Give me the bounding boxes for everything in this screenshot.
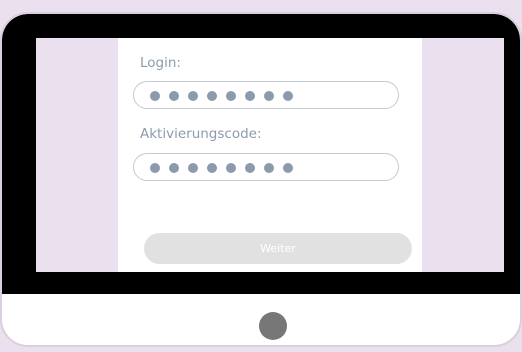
password-dot	[283, 90, 293, 101]
password-dot	[150, 162, 160, 173]
password-dot	[245, 162, 255, 173]
login-password-input[interactable]	[133, 81, 399, 109]
device-screen: Login: Aktivierungscode: Weiter	[36, 38, 504, 272]
activation-code-label: Aktivierungscode:	[140, 126, 262, 142]
password-dot	[283, 162, 293, 173]
login-label: Login:	[140, 55, 181, 71]
home-button-icon[interactable]	[259, 312, 287, 340]
password-dot	[169, 90, 179, 101]
password-dot	[226, 162, 236, 173]
password-dot	[150, 90, 160, 101]
password-dot	[245, 90, 255, 101]
password-dot	[264, 90, 274, 101]
password-dot	[226, 90, 236, 101]
activation-code-input[interactable]	[133, 153, 399, 181]
activation-masked-value	[150, 162, 293, 173]
tablet-device: Login: Aktivierungscode: Weiter	[0, 12, 522, 347]
password-dot	[188, 90, 198, 101]
password-dot	[264, 162, 274, 173]
login-form-panel: Login: Aktivierungscode: Weiter	[118, 38, 422, 272]
password-dot	[188, 162, 198, 173]
password-dot	[207, 162, 217, 173]
weiter-button[interactable]: Weiter	[144, 233, 412, 264]
password-dot	[207, 90, 217, 101]
password-dot	[169, 162, 179, 173]
login-masked-value	[150, 90, 293, 101]
